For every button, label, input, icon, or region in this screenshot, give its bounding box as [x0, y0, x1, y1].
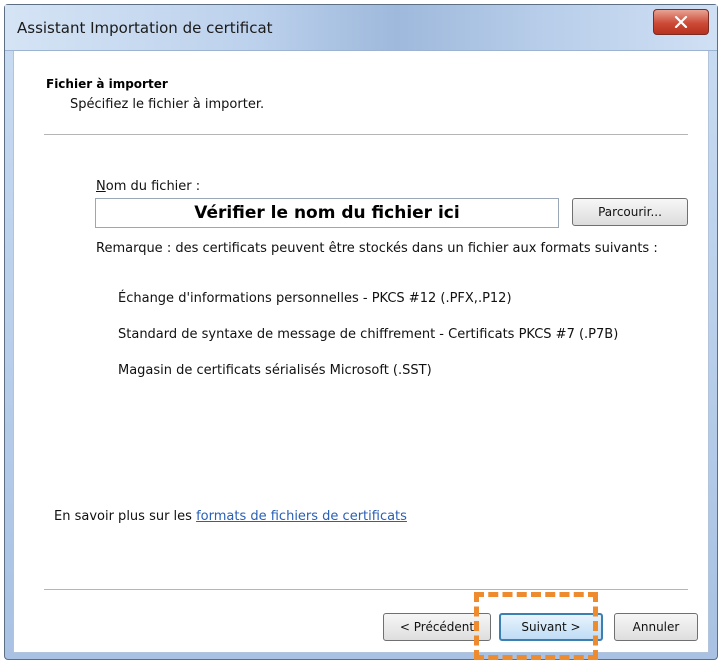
certificate-formats-link[interactable]: formats de fichiers de certificats: [196, 509, 407, 524]
title-bar[interactable]: Assistant Importation de certificat: [5, 5, 717, 51]
footer-divider: [44, 589, 688, 590]
close-button[interactable]: [653, 9, 709, 35]
more-info-prefix: En savoir plus sur les: [54, 509, 197, 524]
wizard-content: Fichier à importer Spécifiez le fichier …: [13, 51, 709, 593]
next-button[interactable]: Suivant >: [499, 613, 603, 641]
browse-button[interactable]: Parcourir...: [572, 198, 688, 226]
page-heading: Fichier à importer: [46, 77, 168, 91]
cancel-button[interactable]: Annuler: [614, 613, 698, 641]
format-item-sst: Magasin de certificats sérialisés Micros…: [118, 363, 432, 378]
format-item-pfx: Échange d'informations personnelles - PK…: [118, 291, 512, 306]
format-item-p7b: Standard de syntaxe de message de chiffr…: [118, 327, 619, 342]
close-icon: [674, 16, 688, 28]
file-name-label: Nom du fichier :: [96, 179, 200, 194]
dialog-window: Assistant Importation de certificat Fich…: [4, 4, 718, 660]
file-name-label-text: om du fichier :: [105, 179, 201, 194]
window-title: Assistant Importation de certificat: [17, 19, 273, 37]
wizard-footer: < Précédent Suivant > Annuler: [13, 593, 709, 653]
file-name-input[interactable]: [95, 198, 559, 228]
remark-text: Remarque : des certificats peuvent être …: [96, 241, 658, 256]
previous-button[interactable]: < Précédent: [383, 613, 491, 641]
file-name-label-mnemonic: N: [96, 179, 106, 194]
more-info-text: En savoir plus sur les formats de fichie…: [54, 509, 407, 524]
page-subtitle: Spécifiez le fichier à importer.: [70, 97, 265, 112]
header-divider: [44, 134, 688, 135]
